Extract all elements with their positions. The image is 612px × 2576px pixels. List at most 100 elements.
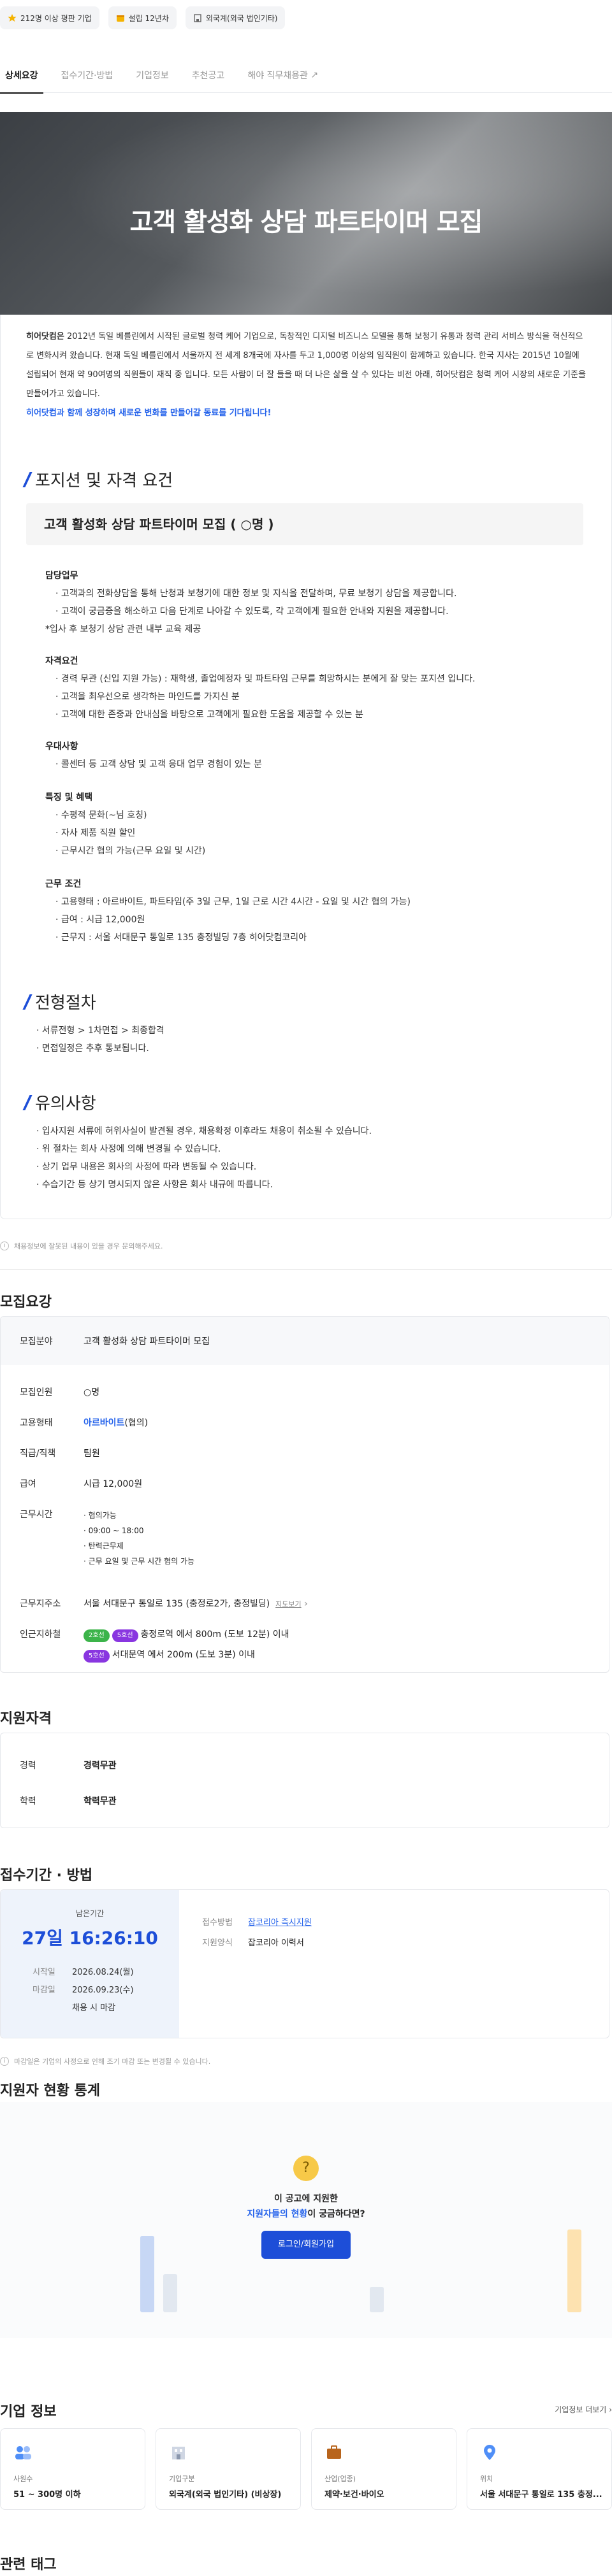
notice-list: · 입사지원 서류에 허위사실이 발견될 경우, 채용확정 이후라도 채용이 취…	[36, 1122, 372, 1194]
row-value: 경력무관	[84, 1761, 117, 1771]
badge-label: 외국계(외국 법인기타)	[205, 13, 278, 23]
hours-item: · 근무 요일 및 근무 시간 협의 가능	[84, 1557, 195, 1566]
date-value: 2026.08.24(월)	[72, 1968, 134, 1977]
group-line: · 수평적 문화(~님 호칭)	[55, 810, 147, 820]
badge-reputation[interactable]: 212명 이상 평판 기업	[0, 6, 99, 29]
prompt-highlight: 지원자들의 현황	[247, 2209, 308, 2219]
hours-item: · 협의가능	[84, 1511, 117, 1520]
remaining-label: 남은기간	[75, 1909, 105, 1918]
process-line: · 면접일정은 추후 통보됩니다.	[36, 1043, 149, 1054]
company-card-location: 위치 서울 서대문구 통일로 135 충정...	[467, 2428, 612, 2510]
row-key: 직급/직책	[20, 1449, 56, 1459]
company-more-link[interactable]: 기업정보 더보기 ›	[555, 2404, 612, 2415]
apply-box: 남은기간 27일 16:26:10 시작일 2026.08.24(월) 마감일 20…	[0, 1889, 609, 2038]
heading-mark	[22, 1094, 33, 1110]
group-line: · 경력 무관 (신입 지원 가능) : 재학생, 졸업예정자 및 파트타임 근…	[55, 674, 476, 684]
company-card-type: 기업구분 외국계(외국 법인기타) (비상장)	[156, 2428, 301, 2510]
card-key: 위치	[480, 2475, 493, 2483]
company-card-employees: 사원수 51 ~ 300명 이하	[0, 2428, 145, 2510]
detail-report-note[interactable]: i 채용정보에 잘못된 내용이 있을 경우 문의해주세요.	[0, 1241, 163, 1251]
group-duties: 담당업무 · 고객과의 전화상담을 통해 난청과 보청기에 대한 정보 및 지식을…	[45, 567, 457, 638]
map-link[interactable]: 지도보기	[275, 1600, 301, 1608]
stat-bar	[567, 2229, 581, 2312]
thinking-emoji-icon: ?	[293, 2156, 319, 2181]
login-signup-button[interactable]: 로그인/회원가입	[261, 2231, 351, 2259]
heading-mark	[22, 994, 33, 1010]
group-benefits: 특징 및 혜택 · 수평적 문화(~님 호칭) · 자사 제품 직원 할인 · 근무시…	[45, 789, 205, 860]
row-value: 시급 12,000원	[84, 1479, 143, 1489]
group-requirements: 자격요건 · 경력 무관 (신입 지원 가능) : 재학생, 졸업예정자 및 파트…	[45, 652, 475, 724]
hero-title: 고객 활성화 상담 파트타이머 모집	[129, 208, 483, 237]
line-5-chip: 5호선	[84, 1650, 110, 1663]
form-value: 잡코리아 이력서	[248, 1938, 304, 1948]
divider	[0, 1269, 612, 1270]
briefcase-icon	[324, 2443, 344, 2462]
badge-label: 212명 이상 평판 기업	[20, 13, 92, 23]
row-key: 근무시간	[20, 1510, 53, 1520]
building-icon	[193, 13, 202, 22]
heading-text: 전형절차	[35, 994, 96, 1013]
deadline-panel: 남은기간 27일 16:26:10 시작일 2026.08.24(월) 마감일 20…	[1, 1890, 179, 2038]
tab-apply-method[interactable]: 접수기간·방법	[61, 57, 113, 93]
hours-text: 09:00 ~ 18:00	[88, 1526, 144, 1535]
section-tabs: 상세요강 접수기간·방법 기업정보 추천공고 해야 직무채용관 ↗	[0, 57, 612, 94]
card-key: 사원수	[13, 2475, 33, 2483]
badge-founded[interactable]: 설립 12년차	[108, 6, 177, 29]
stat-bar	[163, 2274, 177, 2312]
row-emp-type: 고용형태 아르바이트(협의)	[20, 1416, 148, 1429]
method-row: 접수방법 잡코리아 즉시지원	[202, 1913, 312, 1933]
row-value: ○명	[84, 1387, 100, 1398]
group-line: *입사 후 보청기 상담 관련 내부 교육 제공	[45, 624, 201, 634]
chevron-right-icon: ›	[609, 2405, 612, 2414]
row-count: 모집인원 ○명	[20, 1385, 99, 1398]
intro-highlight: 히어닷컴과 함께 성장하며 새로운 변화를 만들어갈 동료를 기다립니다!	[26, 408, 272, 418]
date-list: 시작일 2026.08.24(월) 마감일 2026.09.23(수) 채용 시 마…	[33, 1964, 134, 2017]
badge-label: 설립 12년차	[128, 13, 169, 23]
position-title-box: 고객 활성화 상담 파트타이머 모집 ( ○명 )	[26, 503, 583, 545]
row-key: 모집인원	[20, 1387, 53, 1398]
apply-method-list: 접수방법 잡코리아 즉시지원 지원양식 잡코리아 이력서	[202, 1913, 312, 1954]
date-key: 시작일	[33, 1968, 55, 1977]
company-intro: 히어닷컴은 2012년 독일 베를린에서 시작된 글로벌 청력 케어 기업으로,…	[26, 327, 587, 423]
note-text: 마감일은 기업의 사정으로 인해 조기 마감 또는 변경될 수 있습니다.	[14, 2057, 211, 2066]
line-2-chip: 2호선	[84, 1629, 110, 1642]
badge-company-type[interactable]: 외국계(외국 법인기타)	[185, 6, 286, 29]
end-date-row: 마감일 2026.09.23(수)	[33, 1982, 134, 2000]
company-heading: 기업 정보	[0, 2404, 57, 2420]
job-posting-page: 212명 이상 평판 기업 설립 12년차 외국계(외국 법인기타) 상세요강 …	[0, 0, 612, 2576]
notice-line: · 입사지원 서류에 허위사실이 발견될 경우, 채용확정 이후라도 채용이 취…	[36, 1126, 372, 1136]
row-hours: 근무시간 · 협의가능 · 09:00 ~ 18:00 · 탄력근무제 · 근무 요일 …	[20, 1508, 194, 1569]
building-icon	[169, 2443, 188, 2462]
quick-apply-link[interactable]: 잡코리아 즉시지원	[248, 1918, 312, 1928]
summary-heading: 모집요강	[0, 1294, 52, 1310]
date-value: 2026.09.23(수)	[72, 1986, 134, 1995]
summary-box: 모집분야 고객 활성화 상담 파트타이머 모집 모집인원 ○명 고용형태 아르바이트(…	[0, 1316, 609, 1673]
row-value: 고객 활성화 상담 파트타이머 모집	[84, 1336, 210, 1347]
tab-detail[interactable]: 상세요강	[0, 57, 43, 94]
group-title: 우대사항	[45, 741, 78, 752]
group-conditions: 근무 조건 · 고용형태 : 아르바이트, 파트타임(주 3일 근무, 1일 근로…	[45, 875, 411, 947]
row-experience: 경력 경력무관	[20, 1759, 117, 1771]
tab-job-hall-label: 해야 직무채용관	[247, 70, 308, 81]
group-line: · 근무지 : 서울 서대문구 통일로 135 충정빌딩 7층 히어닷컴코리아	[55, 933, 307, 943]
applicant-stats-blurred: ? 이 공고에 지원한 지원자들의 현황이 궁금하다면? 로그인/회원가입	[0, 2102, 612, 2338]
subway-text: 서대문역 에서 200m (도보 3분) 이내	[112, 1650, 255, 1660]
row-rank: 직급/직책 팀원	[20, 1447, 100, 1459]
start-date-row: 시작일 2026.08.24(월)	[33, 1964, 134, 1982]
card-value: 제약·보건·바이오	[324, 2490, 384, 2500]
tab-recommended[interactable]: 추천공고	[192, 57, 225, 93]
row-subway: 인근지하철 2호선 5호선 충정로역 에서 800m (도보 12분) 이내	[20, 1628, 289, 1642]
group-line: · 자사 제품 직원 할인	[55, 828, 136, 838]
more-text: 기업정보 더보기	[555, 2405, 607, 2414]
stat-bar	[370, 2287, 384, 2312]
tab-company-info[interactable]: 기업정보	[136, 57, 169, 93]
process-list: · 서류전형 > 1차면접 > 최종합격 · 면접일정은 추후 통보됩니다.	[36, 1022, 164, 1057]
row-value-note: (협의)	[124, 1418, 149, 1428]
group-title: 자격요건	[45, 656, 78, 666]
calendar-icon	[116, 13, 125, 22]
hours-item: · 09:00 ~ 18:00	[84, 1526, 144, 1535]
hours-text: 근무 요일 및 근무 시간 협의 가능	[88, 1557, 195, 1566]
notice-line: · 위 절차는 회사 사정에 의해 변경될 수 있습니다.	[36, 1144, 221, 1154]
tab-job-hall[interactable]: 해야 직무채용관 ↗	[247, 57, 318, 93]
subway-text: 충정로역 에서 800m (도보 12분) 이내	[140, 1629, 289, 1640]
